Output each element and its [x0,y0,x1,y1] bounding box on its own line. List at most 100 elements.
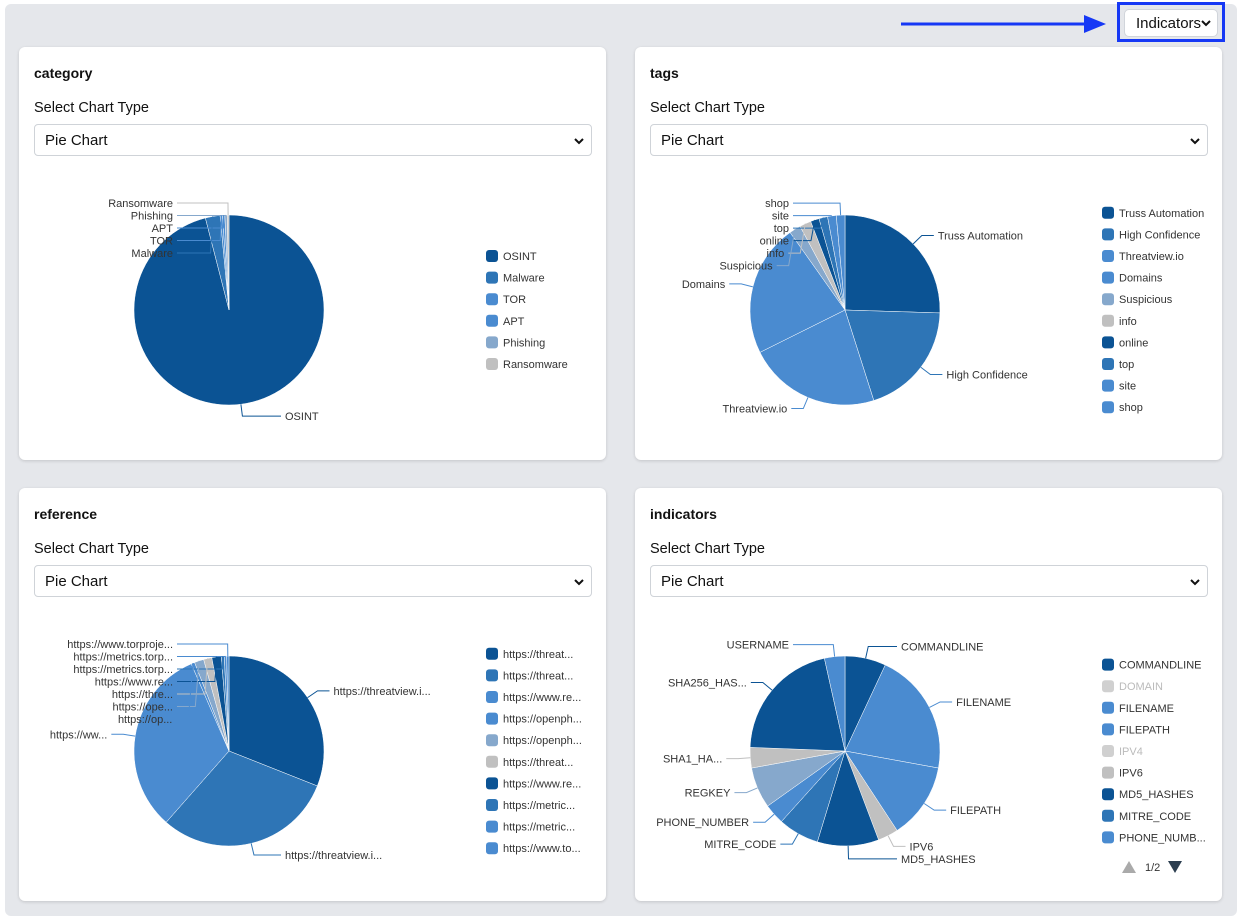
legend-label: FILENAME [1119,703,1174,715]
label-leader-line [240,404,281,417]
slice-label: https://threatview.i... [285,850,382,862]
legend-item[interactable]: https://openph... [486,734,582,747]
legend-item[interactable]: APT [486,314,525,328]
legend-item[interactable]: PHONE_NUMB... [1102,831,1206,844]
legend-swatch [1102,401,1114,414]
legend-item[interactable]: https://www.re... [486,691,581,704]
pie-chart: Truss Automation High Confidence shop site t… [682,198,1204,416]
label-leader-line [307,690,330,699]
label-leader-line [912,235,934,245]
legend-item[interactable]: Suspicious [1102,293,1173,306]
legend-swatch [1102,831,1114,844]
legend-page-indicator: 1/2 [1145,862,1160,874]
legend-item[interactable]: https://threat... [486,755,573,769]
chart-type-value: Pie Chart [661,131,724,149]
legend-item[interactable]: TOR [486,293,526,306]
legend-item[interactable]: IPV6 [1102,766,1143,780]
legend-item[interactable]: info [1102,314,1137,328]
legend-item[interactable]: site [1102,379,1136,393]
slice-label: https://www.torproje... [67,639,173,651]
slice-label: https://ww... [50,729,107,741]
legend-item[interactable]: https://openph... [486,712,582,726]
legend-label: https://threat... [503,649,573,661]
legend-swatch [486,647,498,660]
label-leader-line [780,833,799,845]
legend-label: Phishing [503,337,545,349]
indicators-dropdown[interactable]: Indicators [1124,9,1218,37]
legend-swatch [486,358,498,370]
slice-label: Phishing [131,211,173,223]
legend-item[interactable]: Domains [1102,271,1163,285]
legend-item[interactable]: Malware [486,271,545,285]
chevron-down-icon [1189,573,1201,595]
pie-slice[interactable] [844,214,941,314]
legend-label: OSINT [503,251,537,263]
legend-item[interactable]: https://metric... [486,820,575,834]
label-leader-line [887,835,906,847]
legend-swatch [1102,766,1114,779]
legend-item[interactable]: IPV4 [1102,745,1143,758]
legend-label: IPV6 [1119,768,1143,780]
card-title: tags [650,65,679,81]
label-leader-line [111,733,136,737]
legend-label: COMMANDLINE [1119,660,1202,672]
legend-swatch [1102,250,1114,262]
legend-item[interactable]: Threatview.io [1102,250,1184,263]
legend-label: PHONE_NUMB... [1119,832,1206,844]
label-leader-line [920,366,943,375]
legend-item[interactable]: COMMANDLINE [1102,658,1202,672]
legend-swatch [1102,788,1114,801]
legend-item[interactable]: https://www.re... [486,777,581,790]
pie-chart: https://threatview.i... https://threatvie… [50,639,582,862]
chart-type-select[interactable]: Pie Chart [650,565,1208,597]
legend-item[interactable]: online [1102,336,1148,349]
legend-item[interactable]: Ransomware [486,358,568,371]
slice-label: APT [152,223,174,235]
legend-label: Suspicious [1119,294,1173,306]
slice-label: top [774,223,789,235]
slice-label: OSINT [285,411,319,423]
chart-type-select[interactable]: Pie Chart [34,565,592,597]
slice-label: Malware [131,248,173,260]
legend-item[interactable]: https://threat... [486,669,573,682]
slice-label: COMMANDLINE [901,642,984,654]
legend-item[interactable]: DOMAIN [1102,680,1163,693]
legend-item[interactable]: https://www.to... [486,842,581,855]
legend-label: Threatview.io [1119,251,1184,263]
legend-label: https://www.re... [503,778,581,790]
legend-item[interactable]: OSINT [486,250,537,263]
legend-item[interactable]: MD5_HASHES [1102,788,1194,801]
legend-label: Truss Automation [1119,208,1204,220]
slice-label: https://www.re... [95,677,173,689]
legend-swatch [486,250,498,262]
legend-label: https://threat... [503,670,573,682]
legend-item[interactable]: MITRE_CODE [1102,809,1191,823]
slice-label: Threatview.io [722,404,787,416]
card-title: category [34,65,93,81]
legend-item[interactable]: Phishing [486,336,545,349]
legend-item[interactable]: High Confidence [1102,228,1200,241]
legend-label: https://www.to... [503,843,581,855]
chart-type-select[interactable]: Pie Chart [650,124,1208,156]
slice-label: shop [765,198,789,210]
legend-page-up-icon[interactable] [1122,861,1136,873]
legend-label: Domains [1119,273,1163,285]
legend-item[interactable]: FILEPATH [1102,723,1170,736]
slice-label: SHA256_HAS... [668,677,747,689]
legend-item[interactable]: shop [1102,401,1143,414]
annotation-arrow [901,15,1106,33]
legend-page-down-icon[interactable] [1168,861,1182,873]
select-chart-type-label: Select Chart Type [34,100,149,116]
slice-label: High Confidence [946,369,1027,381]
legend-item[interactable]: Truss Automation [1102,206,1204,220]
label-leader-line [250,843,281,856]
legend-item[interactable]: FILENAME [1102,701,1174,715]
legend-item[interactable]: https://threat... [486,647,573,661]
legend-label: IPV4 [1119,746,1143,758]
legend-item[interactable]: top [1102,358,1134,371]
legend-swatch [1102,701,1114,714]
chart-type-value: Pie Chart [45,131,108,149]
legend-item[interactable]: https://metric... [486,799,575,812]
legend-label: Malware [503,273,545,285]
chart-type-select[interactable]: Pie Chart [34,124,592,156]
